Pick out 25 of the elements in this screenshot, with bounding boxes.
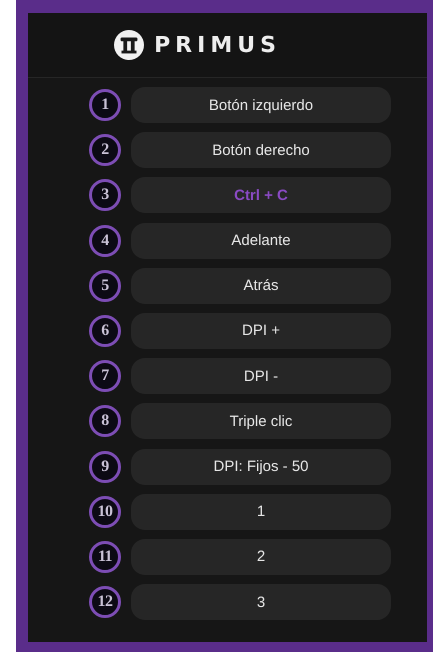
action-button[interactable]: DPI -: [131, 358, 391, 394]
action-button[interactable]: Botón izquierdo: [131, 87, 391, 123]
button-number: 6: [89, 314, 121, 347]
action-button[interactable]: Adelante: [131, 222, 391, 259]
action-button[interactable]: 3: [131, 584, 391, 620]
action-button[interactable]: 1: [131, 494, 391, 530]
action-button[interactable]: DPI +: [131, 312, 391, 349]
button-number: 5: [89, 270, 121, 302]
button-number: 10: [89, 496, 121, 528]
button-number: 9: [89, 450, 121, 482]
button-number: 2: [89, 134, 121, 166]
button-number: 7: [89, 360, 121, 392]
action-button[interactable]: Atrás: [131, 268, 391, 304]
brand-name: PRIMUS: [154, 32, 281, 58]
button-number: 3: [89, 179, 121, 212]
action-button[interactable]: 2: [131, 538, 391, 575]
button-number: 11: [89, 540, 121, 573]
button-number: 1: [89, 89, 121, 121]
button-number: 8: [89, 405, 121, 438]
action-button[interactable]: DPI: Fijos - 50: [131, 448, 391, 484]
button-number: 12: [89, 586, 121, 618]
logo-icon: [114, 30, 144, 60]
action-button[interactable]: Triple clic: [131, 403, 391, 440]
action-button[interactable]: Botón derecho: [131, 132, 391, 168]
button-number: 4: [89, 224, 121, 257]
